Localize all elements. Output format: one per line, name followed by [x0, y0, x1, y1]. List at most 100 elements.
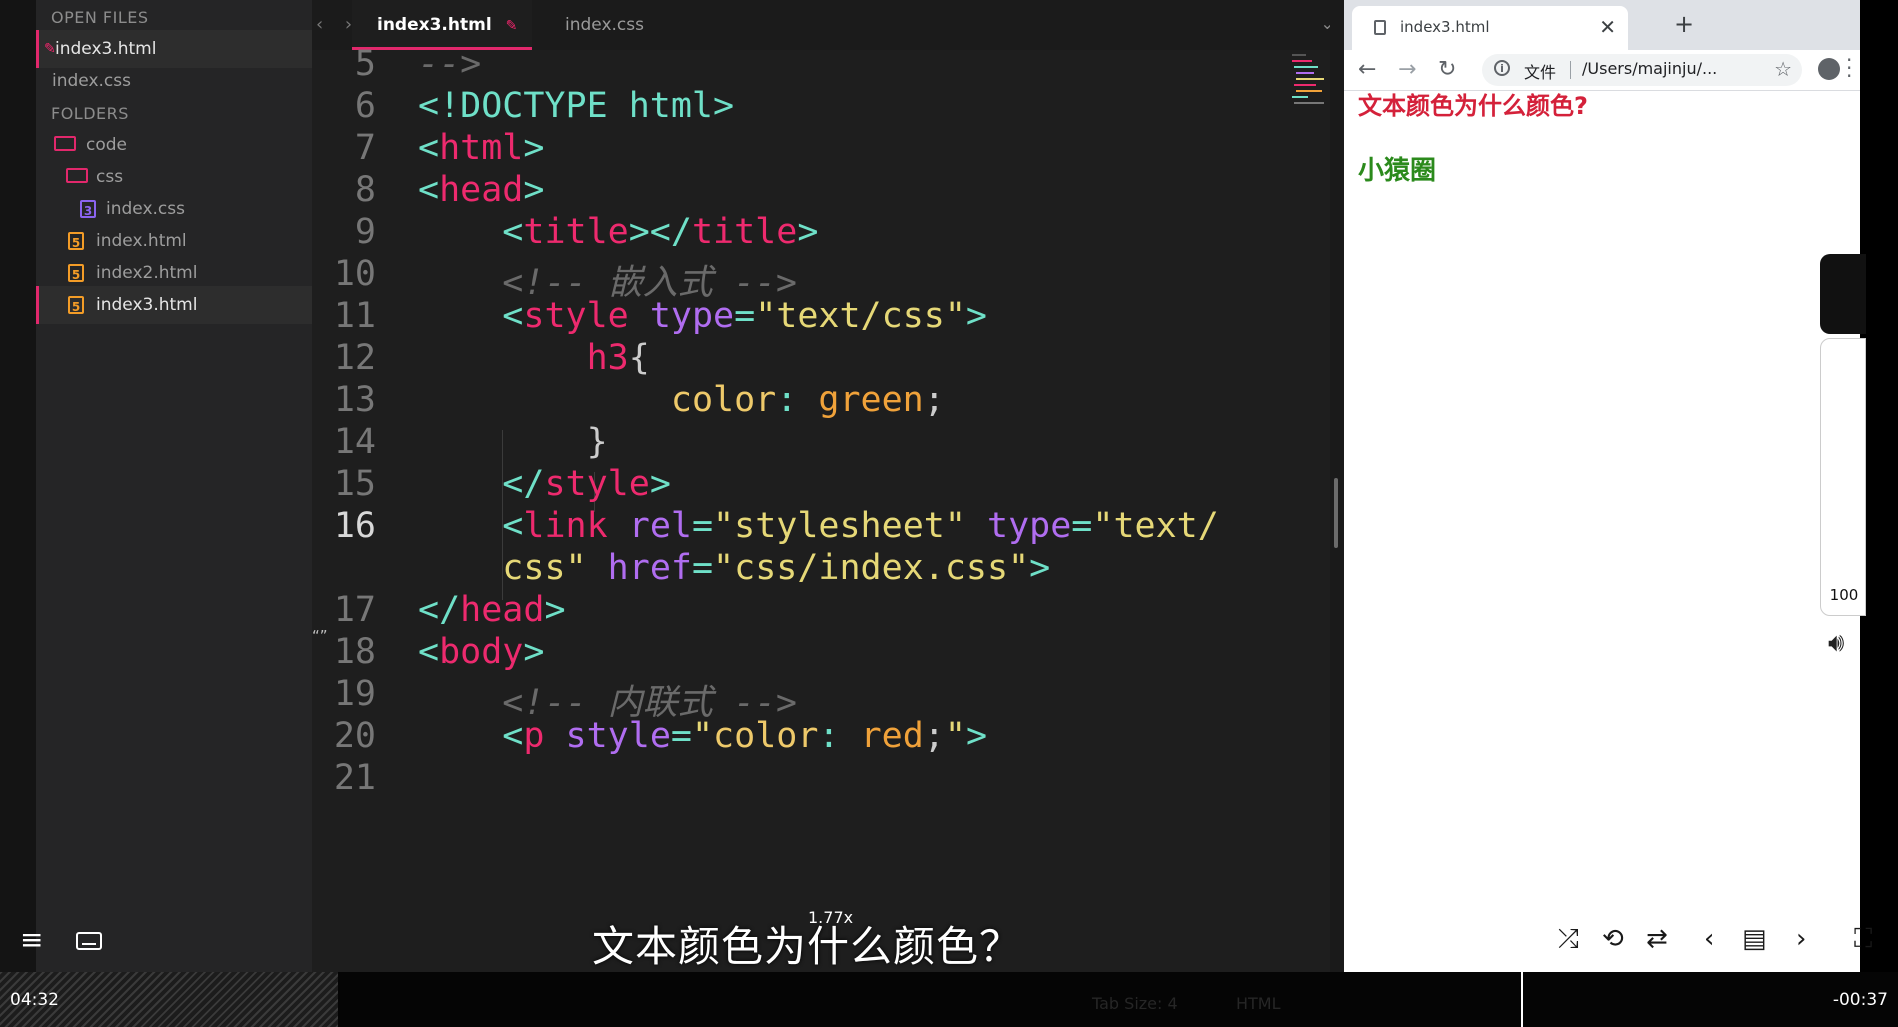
folder-icon — [54, 136, 76, 151]
token-tag: body — [439, 632, 524, 672]
editor-left-strip — [0, 0, 36, 972]
loop-ab-icon[interactable]: ⇄ — [1646, 924, 1668, 954]
line-number-current: 16 — [333, 506, 376, 546]
address-url: /Users/majinju/... — [1582, 59, 1718, 78]
page-heading-h3: 小猿圈 — [1358, 156, 1437, 186]
tree-file-index3-html[interactable]: 5 index3.html — [36, 286, 315, 324]
next-icon[interactable]: › — [1796, 924, 1806, 954]
line-number: 20 — [333, 716, 376, 756]
html-file-icon: 5 — [68, 264, 84, 282]
browser-tab-title: index3.html — [1400, 18, 1490, 36]
splitter-handle[interactable] — [1334, 478, 1338, 548]
code-area[interactable]: --> <!DOCTYPE html> <html> <head> <title… — [418, 44, 1318, 972]
line-number: 9 — [354, 212, 376, 252]
editor-status-syntax: HTML — [1236, 994, 1281, 1013]
address-bar[interactable]: i 文件 /Users/majinju/... ☆ — [1482, 54, 1802, 86]
css-file-icon: 3 — [80, 200, 96, 218]
code-line-wrapped: css" href="css/index.css"> — [502, 548, 1051, 588]
code-line: <link rel="stylesheet" type="text/ — [502, 506, 1219, 546]
subtitles-icon[interactable] — [76, 932, 102, 950]
tab-label: index.css — [565, 15, 644, 35]
editor-status-tab-size: Tab Size: 4 — [1092, 994, 1178, 1013]
shuffle-icon[interactable]: ⤮ — [1558, 924, 1579, 955]
volume-slider[interactable] — [1820, 338, 1866, 616]
line-number: 19 — [333, 674, 376, 714]
code-line: <head> — [418, 170, 545, 210]
line-number: 7 — [354, 128, 376, 168]
bookmark-star-icon[interactable]: ☆ — [1774, 57, 1792, 81]
code-line: <style type="text/css"> — [502, 296, 987, 336]
token-string: "css/index.css" — [713, 548, 1030, 588]
player-controls: ⤮ ⟲ ⇄ ‹ ▤ › ⛶ — [1552, 924, 1898, 964]
token-attr: type — [649, 296, 735, 336]
line-number: 12 — [333, 338, 376, 378]
volume-slider-top[interactable] — [1820, 254, 1866, 334]
editor-tab-bar: ‹ › index3.html ✎ index.css ⌄ — [312, 0, 1342, 50]
speaker-icon[interactable]: 🔊︎ — [1828, 628, 1862, 658]
token-tag: head — [460, 590, 545, 630]
open-file-label: index.css — [52, 71, 131, 91]
info-icon[interactable]: i — [1494, 60, 1510, 76]
token-tag: p — [523, 716, 545, 756]
page-paragraph: 文本颜色为什么颜色? — [1358, 92, 1588, 120]
token-string: " — [691, 716, 714, 756]
playback-speed[interactable]: 1.77x — [808, 908, 853, 927]
line-number: 11 — [333, 296, 376, 336]
line-number: 13 — [333, 380, 376, 420]
tab-index-css[interactable]: index.css — [552, 0, 644, 50]
wrap-marker-icon: “” — [312, 627, 328, 645]
close-tab-icon[interactable]: ✕ — [1599, 15, 1616, 39]
menu-icon[interactable]: ≡ — [20, 926, 44, 954]
progress-marker[interactable] — [1521, 972, 1523, 1027]
tab-label: index3.html — [377, 15, 492, 35]
line-number: 10 — [333, 254, 376, 294]
browser-toolbar: ← → ↻ i 文件 /Users/majinju/... ☆ · · · — [1344, 50, 1860, 91]
profile-avatar-icon[interactable] — [1818, 58, 1840, 80]
video-caption: 文本颜色为什么颜色？ — [592, 922, 1023, 971]
token-value: green — [818, 380, 924, 420]
token-string: "stylesheet" — [713, 506, 966, 546]
code-editor: OPEN FILES ✎ index3.html index.css FOLDE… — [0, 0, 1342, 972]
token-attr: type — [987, 506, 1072, 546]
token-attr: style — [565, 716, 671, 756]
line-number: 15 — [333, 464, 376, 504]
html-file-icon: 5 — [68, 296, 84, 314]
line-number: 6 — [354, 86, 376, 126]
repeat-icon[interactable]: ⟲ — [1602, 924, 1624, 954]
code-line: </style> — [502, 464, 671, 504]
code-line: <!DOCTYPE html> — [418, 86, 735, 126]
more-menu-icon[interactable]: · · · — [1846, 50, 1852, 86]
code-line: </head> — [418, 590, 566, 630]
fullscreen-icon[interactable]: ⛶ — [1854, 924, 1872, 955]
html-file-icon: 5 — [68, 232, 84, 250]
playlist-icon[interactable]: ▤ — [1742, 924, 1767, 954]
reload-icon[interactable]: ↻ — [1438, 57, 1456, 82]
code-line: <body> — [418, 632, 545, 672]
address-scheme-label: 文件 — [1524, 63, 1557, 82]
token-string: "text/css" — [755, 296, 966, 336]
token-attr: href — [607, 548, 692, 588]
previous-icon[interactable]: ‹ — [1704, 924, 1714, 954]
code-line: --> — [418, 44, 481, 84]
token-tag: style — [523, 296, 629, 336]
back-icon[interactable]: ← — [1358, 57, 1376, 82]
token-string: "text/ — [1092, 506, 1219, 546]
browser-window: index3.html ✕ + ← → ↻ i 文件 /Users/majinj… — [1344, 0, 1860, 972]
code-line: h3{ — [586, 338, 650, 378]
token-attr: rel — [628, 506, 692, 546]
forward-icon[interactable]: → — [1398, 57, 1416, 82]
token-property: color — [670, 380, 777, 420]
browser-tab-strip: index3.html ✕ + — [1344, 0, 1860, 50]
browser-tab[interactable]: index3.html ✕ — [1352, 6, 1628, 50]
tab-index3-html[interactable]: index3.html ✎ — [352, 0, 532, 50]
open-file-index-css[interactable]: index.css — [36, 62, 312, 100]
token-tag: title — [523, 212, 629, 252]
token-string: " — [944, 716, 966, 756]
line-number: 5 — [354, 44, 376, 84]
new-tab-icon[interactable]: + — [1674, 10, 1694, 38]
token-tag: html — [439, 128, 524, 168]
comment: --> — [418, 44, 482, 84]
minimap[interactable] — [1290, 50, 1326, 120]
folder-icon — [66, 168, 88, 183]
open-files-heading: OPEN FILES — [51, 8, 149, 27]
